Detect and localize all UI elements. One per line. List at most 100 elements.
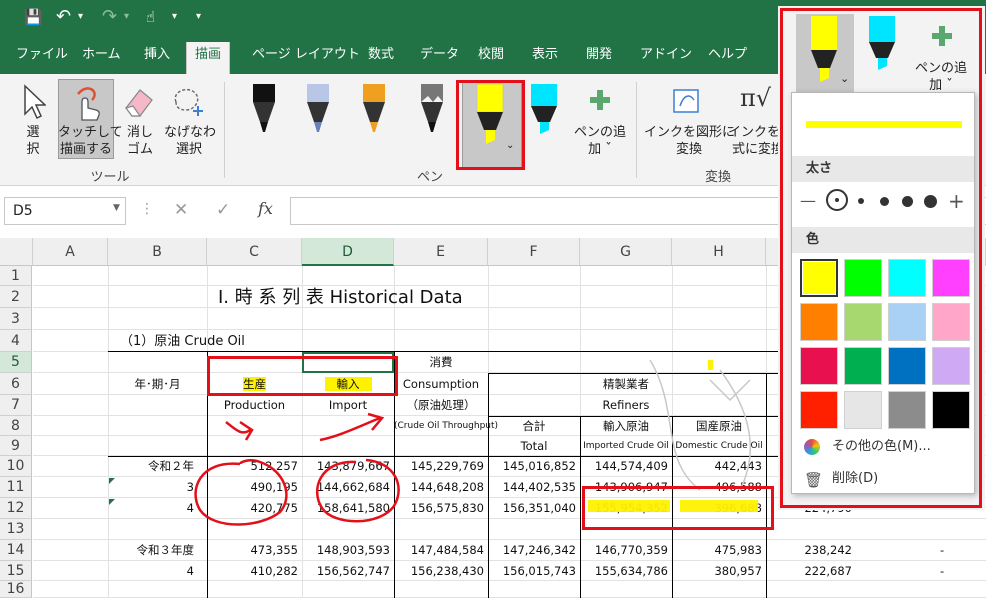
pen-gold-icon[interactable] [358, 82, 390, 138]
customize-qat-icon[interactable]: ▾ [196, 7, 201, 27]
row-header-2[interactable]: 2 [0, 286, 32, 308]
table-cell-label[interactable]: 令和２年 [108, 456, 194, 476]
row-header-10[interactable]: 10 [0, 456, 32, 477]
row-header-14[interactable]: 14 [0, 540, 32, 561]
table-cell-label[interactable]: 4 [108, 498, 194, 518]
header-import-en[interactable]: Import [302, 395, 394, 415]
sheet-title[interactable]: Ⅰ. 時 系 列 表 Historical Data [218, 286, 463, 310]
row-header-9[interactable]: 9 [0, 436, 32, 456]
error-indicator-icon[interactable] [109, 478, 115, 484]
table-cell-cons[interactable]: 156,238,430 [394, 561, 484, 581]
pen-black-icon[interactable] [248, 82, 280, 138]
redo-icon[interactable]: ↷ [102, 7, 117, 27]
header-total-jp[interactable]: 合計 [488, 416, 580, 436]
name-box-dropdown-icon[interactable]: ▼ [113, 203, 120, 213]
row-header-4[interactable]: 4 [0, 330, 32, 352]
header-crude-processing[interactable]: （原油処理） [394, 395, 488, 415]
header-refiners-jp[interactable]: 精製業者 [580, 374, 672, 394]
row-header-3[interactable]: 3 [0, 308, 32, 330]
table-cell-label[interactable]: 4 [108, 561, 194, 581]
row-header-6[interactable]: 6 [0, 373, 32, 395]
highlighter-cyan-icon[interactable] [528, 82, 560, 138]
table-cell-prod[interactable]: 410,282 [207, 561, 298, 581]
row-header-5[interactable]: 5 [0, 352, 32, 373]
header-throughput[interactable]: (Crude Oil Throughput) [394, 416, 498, 436]
row-header-13[interactable]: 13 [0, 519, 32, 540]
header-domestic-en[interactable]: Domestic Crude Oil [672, 436, 766, 456]
add-pen-icon[interactable] [588, 88, 612, 112]
col-header-g[interactable]: G [580, 238, 672, 266]
row-header-8[interactable]: 8 [0, 416, 32, 436]
table-cell-dom[interactable]: 475,983 [672, 540, 762, 560]
enter-icon[interactable]: ✓ [216, 200, 230, 220]
table-cell-import[interactable]: 156,562,747 [302, 561, 390, 581]
table-cell-imp-crude[interactable]: 155,634,786 [580, 561, 668, 581]
table-cell-prod[interactable]: 473,355 [207, 540, 298, 560]
lasso-label[interactable]: なげなわ 選択 [164, 124, 216, 158]
eraser-label[interactable]: 消し ゴム [120, 124, 160, 158]
row-header-15[interactable]: 15 [0, 561, 32, 581]
header-total-en[interactable]: Total [488, 436, 580, 456]
lasso-icon[interactable] [170, 84, 206, 120]
tab-developer[interactable]: 開発 [584, 44, 614, 66]
tab-help[interactable]: ヘルプ [706, 44, 749, 66]
header-imported-jp[interactable]: 輸入原油 [580, 416, 672, 436]
undo-icon[interactable]: ↶ [56, 7, 71, 27]
table-cell-cons[interactable]: 156,575,830 [394, 498, 484, 518]
touch-dropdown-icon[interactable]: ▾ [172, 7, 177, 27]
touch-mode-icon[interactable]: ☝ [146, 7, 155, 27]
pen-pencil-icon[interactable] [416, 82, 448, 138]
tab-insert[interactable]: 挿入 [142, 44, 172, 66]
col-header-f[interactable]: F [488, 238, 580, 266]
ink-to-shape-icon[interactable] [670, 84, 706, 118]
header-consumption-en[interactable]: Consumption [394, 374, 488, 394]
table-cell-imp-crude[interactable]: 146,770,359 [580, 540, 668, 560]
table-cell-label[interactable]: 令和３年度 [108, 540, 195, 560]
row-header-11[interactable]: 11 [0, 477, 32, 498]
tab-home[interactable]: ホーム [80, 44, 123, 66]
table-cell-dom[interactable]: 442,443 [672, 456, 762, 476]
section-title[interactable]: （1）原油 Crude Oil [120, 332, 245, 352]
table-cell-total[interactable]: 144,402,535 [488, 477, 576, 497]
tab-formulas[interactable]: 数式 [366, 44, 396, 66]
name-box[interactable]: D5 [13, 203, 33, 219]
table-cell-imp-crude[interactable]: 144,574,409 [580, 456, 668, 476]
table-cell-total[interactable]: 156,351,040 [488, 498, 576, 518]
table-cell-total[interactable]: 147,246,342 [488, 540, 576, 560]
table-cell-prod[interactable]: 490,195 [207, 477, 298, 497]
table-cell-dom[interactable]: 380,957 [672, 561, 762, 581]
tab-draw[interactable]: 描画 [186, 42, 231, 74]
row-header-16[interactable]: 16 [0, 581, 32, 598]
col-header-a[interactable]: A [33, 238, 108, 266]
ink-to-shape-label[interactable]: インクを図形に 変換 [644, 124, 735, 158]
table-cell-prod[interactable]: 512,257 [207, 456, 298, 476]
table-cell-cons[interactable]: 144,648,208 [394, 477, 484, 497]
pen-galaxy-icon[interactable] [302, 82, 334, 138]
cancel-icon[interactable]: ✕ [174, 200, 188, 220]
tab-view[interactable]: 表示 [530, 44, 560, 66]
table-cell-extra[interactable]: 238,242 [766, 540, 852, 560]
tab-addins[interactable]: アドイン [638, 44, 694, 66]
header-period[interactable]: 年･期･月 [108, 374, 207, 394]
table-cell-extra[interactable]: 222,687 [766, 561, 852, 581]
row-header-1[interactable]: 1 [0, 266, 32, 286]
table-cell-total[interactable]: 156,015,743 [488, 561, 576, 581]
header-imported-en[interactable]: Imported Crude Oil [580, 436, 672, 456]
table-cell-dash[interactable]: - [940, 561, 944, 581]
table-cell-import[interactable]: 158,641,580 [302, 498, 390, 518]
table-cell-import[interactable]: 148,903,593 [302, 540, 390, 560]
col-header-b[interactable]: B [108, 238, 207, 266]
undo-dropdown-icon[interactable]: ▾ [78, 7, 83, 27]
eraser-icon[interactable] [122, 84, 156, 120]
tab-review[interactable]: 校閲 [476, 44, 506, 66]
tab-page-layout[interactable]: ページ レイアウト [250, 44, 362, 66]
col-header-e[interactable]: E [394, 238, 488, 266]
col-header-h[interactable]: H [672, 238, 766, 266]
add-pen-label[interactable]: ペンの追 加 ˇ [572, 124, 628, 158]
table-cell-cons[interactable]: 147,484,584 [394, 540, 484, 560]
redo-dropdown-icon[interactable]: ▾ [124, 7, 129, 27]
header-production-en[interactable]: Production [207, 395, 302, 415]
col-header-c[interactable]: C [207, 238, 302, 266]
header-domestic-jp[interactable]: 国産原油 [672, 416, 766, 436]
tab-data[interactable]: データ [418, 44, 461, 66]
